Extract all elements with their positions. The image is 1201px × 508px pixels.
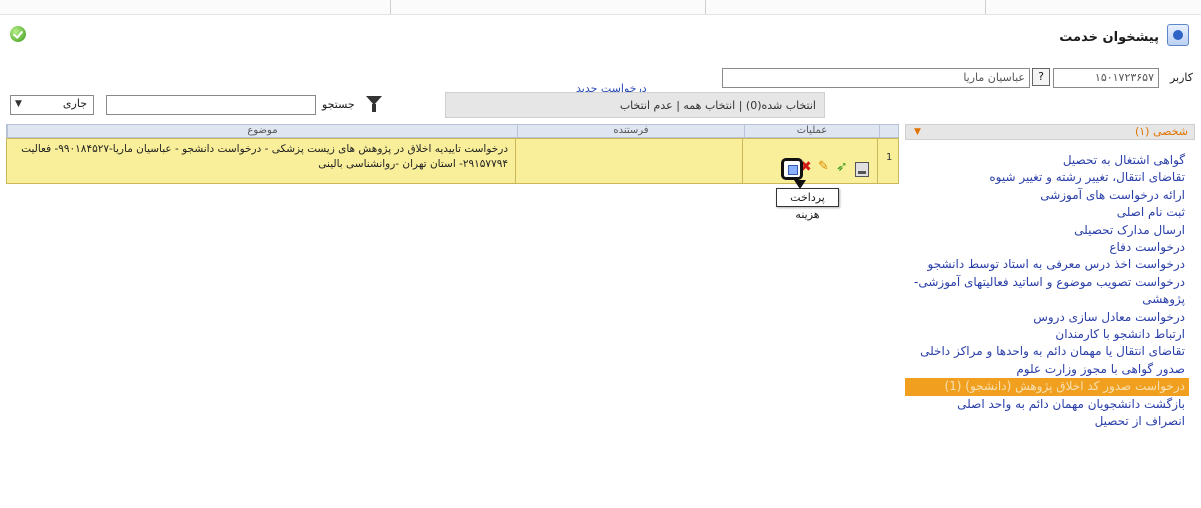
status-select[interactable]: جاری ▼ bbox=[10, 95, 94, 115]
help-button[interactable]: ? bbox=[1032, 68, 1050, 86]
column-divider bbox=[877, 138, 878, 184]
top-divider bbox=[705, 0, 706, 14]
sidebar-item[interactable]: بازگشت دانشجویان مهمان دائم به واحد اصلی bbox=[905, 396, 1189, 413]
sidebar-item[interactable]: گواهی اشتغال به تحصیل bbox=[905, 152, 1189, 169]
column-divider bbox=[515, 138, 516, 184]
dashboard-icon bbox=[1167, 24, 1189, 46]
sidebar-item[interactable]: ثبت نام اصلی bbox=[905, 204, 1189, 221]
status-select-value: جاری bbox=[62, 97, 87, 110]
sidebar-item[interactable]: تقاضای انتقال، تغییر رشته و تغییر شیوه bbox=[905, 169, 1189, 186]
sidebar-item[interactable]: ارتباط دانشجو با کارمندان bbox=[905, 326, 1189, 343]
selection-toolbar[interactable]: انتخاب شده(0) | انتخاب همه | عدم انتخاب bbox=[445, 92, 825, 118]
sidebar-header-label: شخصی (۱) bbox=[1134, 125, 1188, 138]
sidebar-item[interactable]: درخواست تصویب موضوع و اساتید فعالیتهای آ… bbox=[905, 274, 1189, 309]
header-subject[interactable]: موضوع bbox=[7, 125, 517, 137]
top-divider bbox=[985, 0, 986, 14]
filter-icon[interactable] bbox=[366, 96, 382, 112]
sidebar-header[interactable]: شخصی (۱) ▼ bbox=[905, 124, 1195, 140]
edit-icon[interactable]: ✎ bbox=[818, 160, 832, 174]
row-number: 1 bbox=[886, 152, 893, 163]
column-divider bbox=[742, 138, 743, 184]
header-rownum bbox=[879, 125, 900, 137]
header-actions: عملیات bbox=[744, 125, 879, 137]
top-strip bbox=[0, 0, 1201, 15]
sidebar-item-active[interactable]: درخواست صدور کد اخلاق پژوهش (دانشجو) (1) bbox=[905, 378, 1189, 396]
header-sender[interactable]: فرستنده bbox=[517, 125, 744, 137]
search-input[interactable] bbox=[106, 95, 316, 115]
pay-fee-tooltip: پرداخت هزینه bbox=[776, 188, 839, 221]
sidebar-item[interactable]: ارائه درخواست های آموزشی bbox=[905, 187, 1189, 204]
ok-status-icon[interactable] bbox=[10, 26, 26, 42]
chevron-down-icon: ▼ bbox=[15, 99, 22, 109]
sidebar-item[interactable]: تقاضای انتقال یا مهمان دائم به واحدها و … bbox=[905, 343, 1189, 360]
forward-icon[interactable]: ➶ bbox=[836, 160, 850, 174]
print-icon[interactable] bbox=[855, 162, 869, 177]
row-subject[interactable]: درخواست تاییدیه اخلاق در پژوهش های زیست … bbox=[12, 142, 508, 172]
pay-fee-icon[interactable] bbox=[781, 158, 803, 180]
search-label: جستجو bbox=[322, 98, 355, 111]
user-label: کاربر bbox=[1169, 71, 1193, 84]
sidebar-item[interactable]: درخواست اخذ درس معرفی به استاد توسط دانش… bbox=[905, 256, 1189, 273]
sidebar-menu: گواهی اشتغال به تحصیل تقاضای انتقال، تغی… bbox=[905, 152, 1189, 431]
sidebar-item[interactable]: درخواست دفاع bbox=[905, 239, 1189, 256]
sidebar-item[interactable]: انصراف از تحصیل bbox=[905, 413, 1189, 430]
sidebar-item[interactable]: ارسال مدارک تحصیلی bbox=[905, 222, 1189, 239]
top-divider bbox=[390, 0, 391, 14]
user-id-field[interactable]: ۱۵۰۱۷۲۳۶۵۷ bbox=[1053, 68, 1159, 88]
page-title: پیشخوان خدمت bbox=[1059, 30, 1159, 45]
sidebar-item[interactable]: صدور گواهی با مجوز وزارت علوم bbox=[905, 361, 1189, 378]
grid-header: موضوع فرستنده عملیات bbox=[6, 124, 899, 138]
chevron-down-icon: ▼ bbox=[914, 127, 921, 137]
sidebar-item[interactable]: درخواست معادل سازی دروس bbox=[905, 309, 1189, 326]
user-name-field: عباسیان ماریا bbox=[722, 68, 1030, 88]
